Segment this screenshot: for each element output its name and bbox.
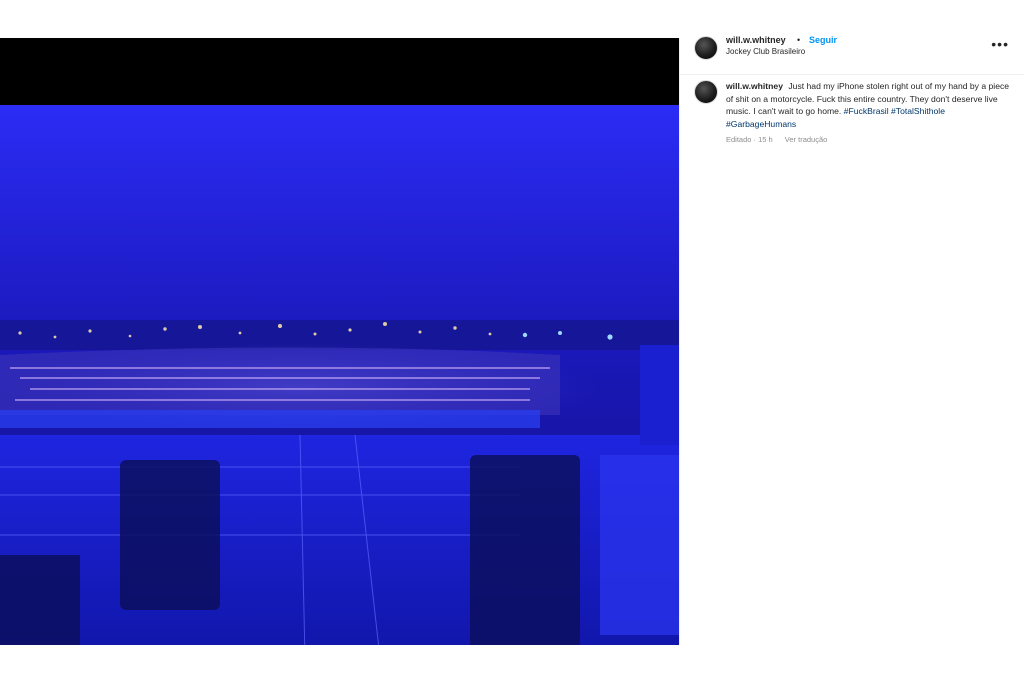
caption-username[interactable]: will.w.whitney (726, 81, 783, 91)
edited-timestamp: Editado · 15 h (726, 135, 773, 144)
caption-text: will.w.whitney Just had my iPhone stolen… (726, 80, 1010, 130)
more-horizontal-icon[interactable]: ••• (991, 36, 1009, 52)
post-side-panel: will.w.whitney • Seguir Jockey Club Bras… (679, 35, 1024, 645)
divider (680, 74, 1024, 75)
caption-meta: Editado · 15 h Ver tradução (726, 135, 837, 144)
hashtag-link[interactable]: #TotalShithole (891, 106, 945, 116)
hashtag-link[interactable]: #GarbageHumans (726, 119, 796, 129)
post-media[interactable] (0, 38, 679, 645)
avatar[interactable] (694, 36, 718, 60)
follow-button[interactable]: Seguir (809, 35, 837, 45)
post-header: will.w.whitney • Seguir Jockey Club Bras… (694, 35, 1015, 72)
location-link[interactable]: Jockey Club Brasileiro (726, 47, 805, 56)
avatar[interactable] (694, 80, 718, 104)
separator-dot: • (797, 35, 801, 45)
hashtag-link[interactable]: #FuckBrasil (844, 106, 889, 116)
concert-photo (0, 105, 679, 645)
concert-stage-illustration (0, 105, 679, 645)
translate-link[interactable]: Ver tradução (785, 135, 828, 144)
username-link[interactable]: will.w.whitney (726, 35, 786, 45)
